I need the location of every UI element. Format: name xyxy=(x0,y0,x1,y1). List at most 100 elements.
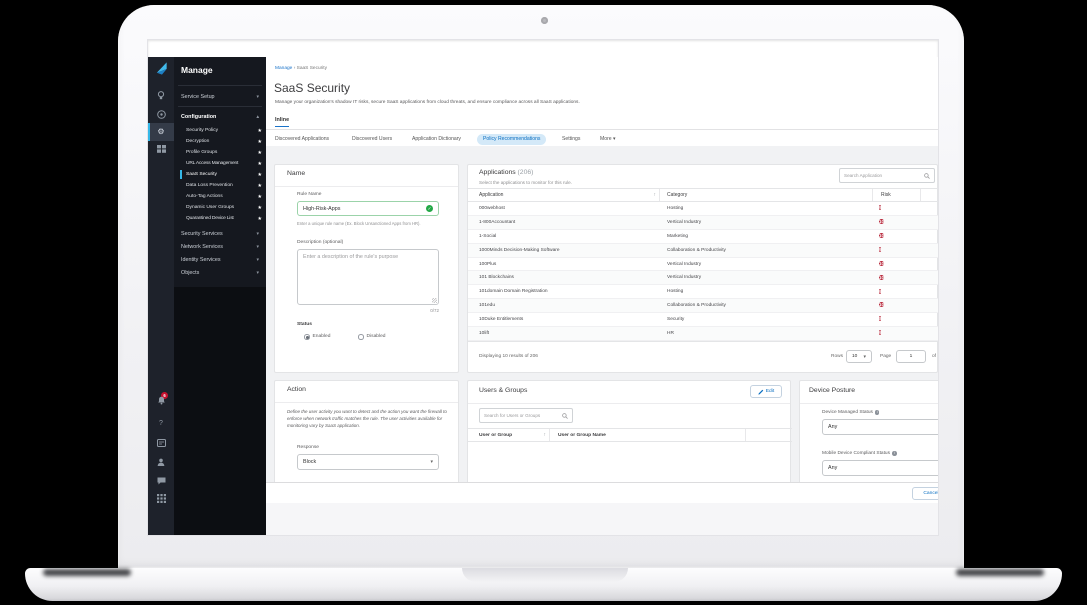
device-posture-panel: Device Posture Device Managed Statusi An… xyxy=(799,380,938,487)
device-posture-title: Device Posture xyxy=(809,387,855,394)
risk-badge: 9 xyxy=(879,247,881,252)
sidebar-item-security-policy[interactable]: Security Policy ★ xyxy=(186,125,262,136)
search-icon xyxy=(924,173,930,179)
favorite-star-icon[interactable]: ★ xyxy=(258,128,262,134)
radio-unselected-icon xyxy=(358,334,364,340)
favorite-star-icon[interactable]: ★ xyxy=(258,150,262,156)
sidebar-item-saas-security[interactable]: SaaS Security ★ xyxy=(186,169,262,180)
favorite-star-icon[interactable]: ★ xyxy=(258,216,262,222)
breadcrumb-manage-link[interactable]: Manage xyxy=(275,66,292,71)
dashboard-grid-icon[interactable] xyxy=(148,145,174,156)
response-select[interactable]: Block ▾ xyxy=(297,454,439,470)
sidebar-item-decryption[interactable]: Decryption ★ xyxy=(186,136,262,147)
rule-name-input[interactable]: High-Risk-Apps ✓ xyxy=(297,201,439,216)
sidebar-item-data-loss-prevention[interactable]: Data Loss Prevention ★ xyxy=(186,180,262,191)
description-label: Description (optional) xyxy=(297,240,343,245)
page-bottom-band xyxy=(266,503,938,535)
status-radio-enabled[interactable]: Enabled xyxy=(304,334,330,340)
brand-logo-icon[interactable] xyxy=(148,61,174,79)
chevron-down-icon: ▾ xyxy=(430,459,433,465)
table-row[interactable]: 10Duke EntitlementsSecurity8 xyxy=(468,313,938,327)
table-row[interactable]: 1-SocialMarketing10 xyxy=(468,230,938,244)
tab-application-dictionary[interactable]: Application Dictionary xyxy=(412,134,461,145)
risk-badge: 10 xyxy=(879,275,884,280)
rail-item-settings-selected[interactable]: ⚙ xyxy=(148,123,174,141)
base-notch xyxy=(462,568,628,582)
tab-inline[interactable]: Inline xyxy=(275,117,289,127)
favorite-star-icon[interactable]: ★ xyxy=(258,194,262,200)
tab-discovered-applications[interactable]: Discovered Applications xyxy=(275,134,329,145)
page-number-input[interactable]: 1 xyxy=(896,350,926,363)
rule-name-help: Enter a unique rule name (Ex. Block Unsa… xyxy=(297,221,442,226)
page-title: SaaS Security xyxy=(274,81,350,95)
column-risk[interactable]: Risk xyxy=(873,189,921,201)
name-panel: Name Rule Name High-Risk-Apps ✓ Enter a … xyxy=(274,164,459,373)
table-row[interactable]: 101eduCollaboration & Productivity10 xyxy=(468,299,938,313)
favorite-star-icon[interactable]: ★ xyxy=(258,205,262,211)
mobile-compliant-status-select[interactable]: Any xyxy=(822,460,938,476)
bell-icon[interactable] xyxy=(148,396,174,408)
sidebar-item-profile-groups[interactable]: Profile Groups ★ xyxy=(186,147,262,158)
sidebar-section-network-services[interactable]: Network Services ▾ xyxy=(181,240,259,253)
lightbulb-icon[interactable] xyxy=(148,91,174,103)
table-row[interactable]: 1-800AccountantVertical Industry10 xyxy=(468,216,938,230)
rule-name-label: Rule Name xyxy=(297,192,321,197)
table-row[interactable]: 000webhostHosting9 xyxy=(468,202,938,216)
sidebar-section-objects[interactable]: Objects ▾ xyxy=(181,266,259,279)
favorite-star-icon[interactable]: ★ xyxy=(258,161,262,167)
tab-divider xyxy=(266,129,938,130)
tab-settings[interactable]: Settings xyxy=(562,134,580,145)
column-user-or-group[interactable]: User or Group ↑ xyxy=(468,429,550,441)
chevron-down-icon: ▾ xyxy=(256,270,259,276)
risk-badge: 9 xyxy=(879,205,881,210)
sidebar-item-auto-tag-actions[interactable]: Auto-Tag Actions ★ xyxy=(186,191,262,202)
tab-policy-recommendations[interactable]: Policy Recommendations xyxy=(477,134,546,145)
device-managed-status-select[interactable]: Any xyxy=(822,419,938,435)
workstation-icon[interactable] xyxy=(148,439,174,450)
sidebar-section-configuration[interactable]: Configuration ▴ xyxy=(181,110,259,123)
sort-ascending-icon[interactable]: ↑ xyxy=(544,432,547,438)
sidebar-section-service-setup[interactable]: Service Setup ▾ xyxy=(181,90,259,103)
column-category[interactable]: Category xyxy=(660,189,873,201)
resize-handle[interactable] xyxy=(432,298,437,303)
tab-discovered-users[interactable]: Discovered Users xyxy=(352,134,392,145)
sidebar-item-dynamic-user-groups[interactable]: Dynamic User Groups ★ xyxy=(186,202,262,213)
table-row[interactable]: 101domain Domain RegistrationHosting9 xyxy=(468,285,938,299)
favorite-star-icon[interactable]: ★ xyxy=(258,139,262,145)
risk-badge: 8 xyxy=(879,316,881,321)
chevron-down-icon: ▾ xyxy=(256,231,259,237)
favorite-star-icon[interactable]: ★ xyxy=(258,172,262,178)
edit-button[interactable]: Edit xyxy=(750,385,782,398)
sort-ascending-icon[interactable]: ↑ xyxy=(654,192,657,198)
risk-badge: 10 xyxy=(879,261,884,266)
sidebar-section-security-services[interactable]: Security Services ▾ xyxy=(181,227,259,240)
application-search-input[interactable]: Search Application xyxy=(839,168,935,183)
chevron-down-icon: ▾ xyxy=(613,136,616,142)
rows-per-page-select[interactable]: 10 ▾ xyxy=(846,350,872,363)
table-row[interactable]: 100PlusVertical Industry10 xyxy=(468,258,938,272)
sidebar-section-identity-services[interactable]: Identity Services ▾ xyxy=(181,253,259,266)
radio-selected-icon xyxy=(304,334,310,340)
users-search-input[interactable]: Search for Users or Groups xyxy=(479,408,573,423)
sidebar-item-url-access-management[interactable]: URL Access Management ★ xyxy=(186,158,262,169)
table-row[interactable]: 10liftHR9 xyxy=(468,327,938,341)
info-icon[interactable]: i xyxy=(875,410,880,415)
hinge-shadow-right xyxy=(956,569,1044,576)
question-mark-icon[interactable]: ? xyxy=(148,419,174,429)
cancel-button[interactable]: Cancel xyxy=(912,487,938,500)
user-icon[interactable] xyxy=(148,458,174,469)
apps-grid-icon[interactable] xyxy=(148,494,174,506)
chat-icon[interactable] xyxy=(148,477,174,488)
column-user-or-group-name[interactable]: User or Group Name xyxy=(550,429,746,441)
description-textarea[interactable]: Enter a description of the rule's purpos… xyxy=(297,249,439,305)
tab-more[interactable]: More ▾ xyxy=(600,134,616,145)
action-description: Define the user activity you want to det… xyxy=(287,409,449,430)
sidebar-item-quarantined-device-list[interactable]: Quarantined Device List ★ xyxy=(186,213,262,224)
help-circle-icon[interactable] xyxy=(148,110,174,122)
table-row[interactable]: 101 BlockchainsVertical Industry10 xyxy=(468,271,938,285)
status-radio-disabled[interactable]: Disabled xyxy=(358,334,386,340)
table-row[interactable]: 1000Minds Decision-Making SoftwareCollab… xyxy=(468,244,938,258)
favorite-star-icon[interactable]: ★ xyxy=(258,183,262,189)
column-application[interactable]: Application ↑ xyxy=(468,189,660,201)
info-icon[interactable]: i xyxy=(892,451,897,456)
